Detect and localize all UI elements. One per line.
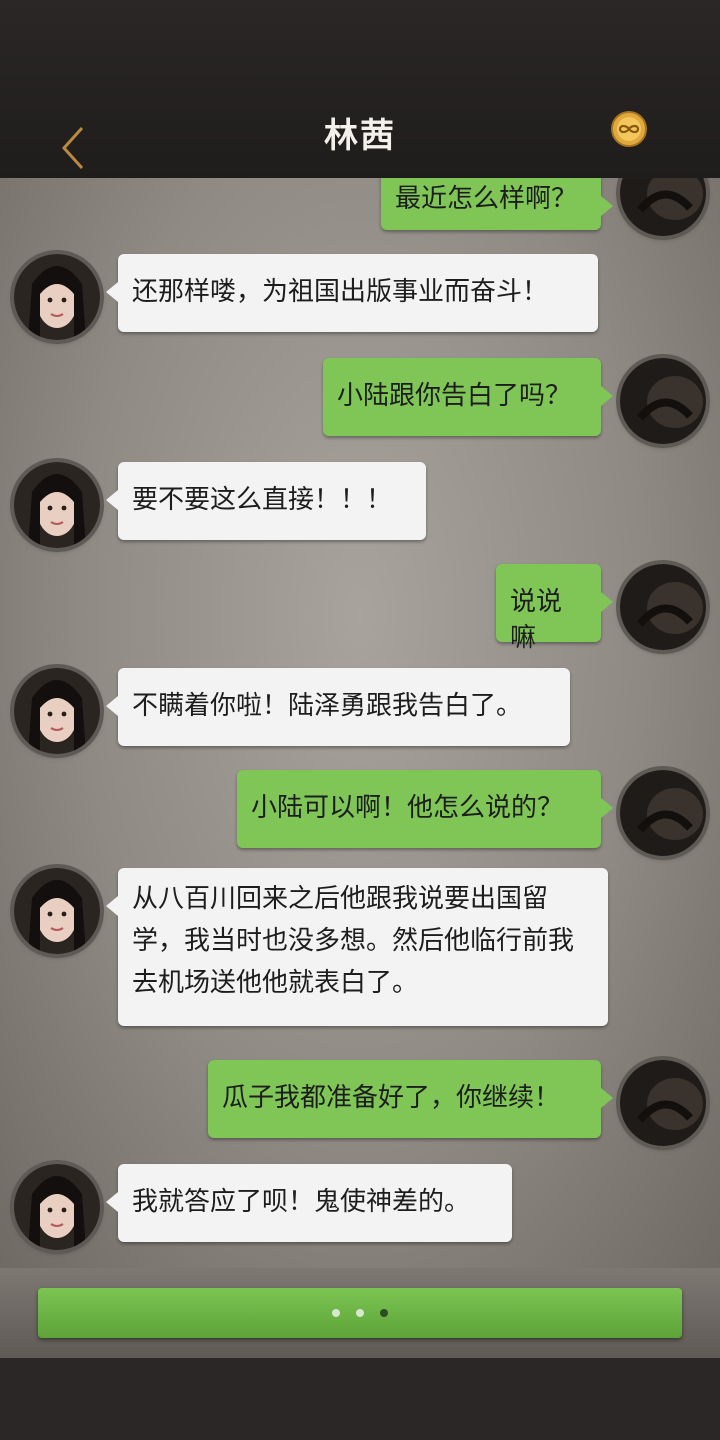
- user-avatar[interactable]: [620, 1060, 706, 1146]
- typing-dot: [380, 1309, 388, 1317]
- contact-avatar[interactable]: [14, 1164, 100, 1250]
- contact-avatar[interactable]: [14, 254, 100, 340]
- user-avatar[interactable]: [620, 770, 706, 856]
- typing-dot: [356, 1309, 364, 1317]
- message-bubble-contact: 还那样喽，为祖国出版事业而奋斗！: [106, 254, 598, 332]
- reply-strip: [0, 1268, 720, 1358]
- infinity-coin-icon[interactable]: [610, 110, 648, 148]
- top-bar: 林茜: [0, 0, 720, 180]
- typing-indicator: [38, 1288, 682, 1338]
- bottom-panel: [0, 1268, 720, 1440]
- message-bubble-own: 瓜子我都准备好了，你继续！: [208, 1060, 613, 1138]
- user-avatar[interactable]: [620, 564, 706, 650]
- chat-area[interactable]: 最近怎么样啊？ 还那样喽，为祖国出版事业而奋斗！ 小陆跟你告白了吗？ 要不要这么…: [0, 178, 720, 1268]
- user-avatar[interactable]: [620, 178, 706, 236]
- contact-avatar[interactable]: [14, 868, 100, 954]
- typing-dot: [332, 1309, 340, 1317]
- message-bubble-contact: 不瞒着你啦！陆泽勇跟我告白了。: [106, 668, 570, 746]
- message-bubble-own: 小陆可以啊！他怎么说的？: [237, 770, 613, 848]
- message-bubble-own: 说说嘛: [496, 564, 613, 653]
- user-avatar[interactable]: [620, 358, 706, 444]
- reply-button[interactable]: [38, 1288, 682, 1338]
- message-bubble-own: 最近怎么样啊？: [381, 178, 613, 230]
- message-bubble-contact: 从八百川回来之后他跟我说要出国留学，我当时也没多想。然后他临行前我去机场送他他就…: [106, 868, 608, 1026]
- message-bubble-contact: 我就答应了呗！鬼使神差的。: [106, 1164, 512, 1242]
- message-bubble-own: 小陆跟你告白了吗？: [323, 358, 613, 436]
- contact-avatar[interactable]: [14, 462, 100, 548]
- message-bubble-contact: 要不要这么直接！！！: [106, 462, 426, 540]
- contact-avatar[interactable]: [14, 668, 100, 754]
